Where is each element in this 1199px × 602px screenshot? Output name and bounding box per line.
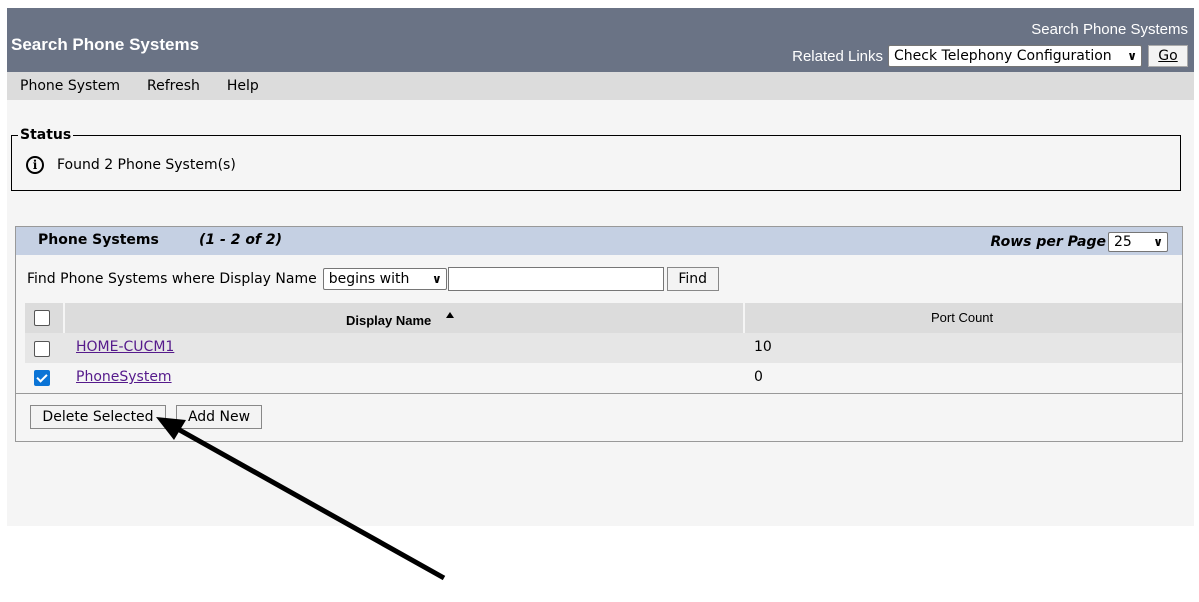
annotation-arrow-icon bbox=[156, 417, 446, 581]
